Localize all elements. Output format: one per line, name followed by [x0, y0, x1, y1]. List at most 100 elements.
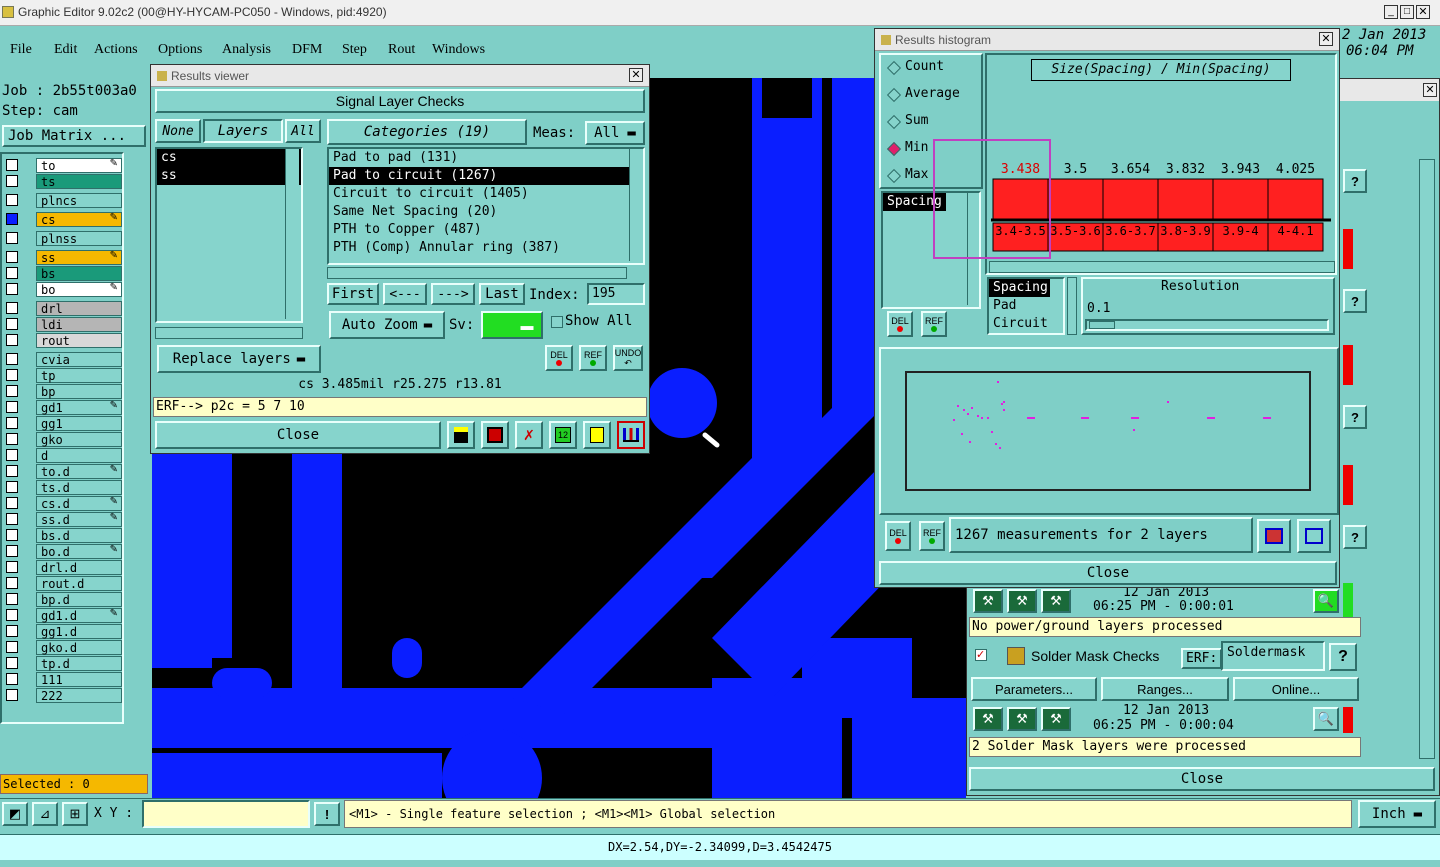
histogram-ref-button[interactable]: REF — [921, 311, 947, 337]
list-item[interactable]: cs — [157, 149, 301, 167]
layer-row[interactable]: bo ✎ — [4, 282, 122, 297]
job-matrix-button[interactable]: Job Matrix ... — [2, 125, 146, 147]
layer-checkbox[interactable] — [6, 318, 18, 330]
layer-label[interactable]: tp.d — [36, 656, 122, 671]
layer-label[interactable]: plncs — [36, 193, 122, 208]
layer-label[interactable]: cvia — [36, 352, 122, 367]
layer-row[interactable]: drl.d — [4, 560, 122, 575]
menu-edit[interactable]: Edit — [54, 42, 77, 58]
categories-listbox[interactable]: Pad to pad (131) Pad to circuit (1267) C… — [327, 147, 645, 265]
layer-row[interactable]: 111 — [4, 672, 122, 687]
scatter-ref-button[interactable]: REF — [919, 521, 945, 551]
layer-label[interactable]: bp — [36, 384, 122, 399]
layer-checkbox[interactable] — [6, 481, 18, 493]
layer-row[interactable]: ts — [4, 174, 122, 189]
layer-row[interactable]: gg1 — [4, 416, 122, 431]
parameters-button[interactable]: Parameters... — [971, 677, 1097, 701]
close-icon[interactable]: ✕ — [629, 68, 643, 82]
layer-row[interactable]: ts.d — [4, 480, 122, 495]
erf-icon-button[interactable]: ✗ — [515, 421, 543, 449]
help-button[interactable]: ? — [1343, 405, 1367, 429]
close-icon[interactable]: ✕ — [1319, 32, 1333, 46]
layer-row[interactable]: to.d ✎ — [4, 464, 122, 479]
zoom-select-button[interactable] — [1257, 519, 1291, 553]
prev-button[interactable]: <--- — [383, 283, 427, 305]
layer-row[interactable]: gd1 ✎ — [4, 400, 122, 415]
alert-button[interactable]: ! — [314, 802, 340, 826]
layer-row[interactable]: plncs — [4, 193, 122, 208]
categories-button[interactable]: Categories (19) — [327, 119, 527, 145]
layer-label[interactable]: ts.d — [36, 480, 122, 495]
run-icon-button[interactable]: ⚒ — [973, 589, 1003, 613]
close-icon[interactable]: ✕ — [1416, 5, 1430, 19]
histogram-close-button[interactable]: Close — [879, 561, 1337, 585]
layer-row[interactable]: ss.d ✎ — [4, 512, 122, 527]
zoom-icon-button[interactable]: 🔍 — [1313, 589, 1339, 613]
layer-row[interactable]: bs — [4, 266, 122, 281]
layer-checkbox[interactable] — [6, 689, 18, 701]
measurement-scatter-plot[interactable] — [905, 371, 1311, 491]
help-button[interactable]: ? — [1329, 643, 1357, 671]
menu-actions[interactable]: Actions — [94, 42, 138, 58]
layer-checkbox[interactable] — [6, 401, 18, 413]
list-item[interactable]: Pad to circuit (1267) — [329, 167, 643, 185]
layer-label[interactable]: drl — [36, 301, 122, 316]
layer-label[interactable]: ts — [36, 174, 122, 189]
histogram-bar[interactable] — [1212, 178, 1269, 220]
layer-checkbox[interactable] — [6, 641, 18, 653]
report-icon-button[interactable] — [481, 421, 509, 449]
layers-hscrollbar[interactable] — [155, 327, 303, 339]
layer-checkbox[interactable] — [6, 302, 18, 314]
zoom-fit-button[interactable] — [1297, 519, 1331, 553]
layer-checkbox[interactable] — [6, 561, 18, 573]
select-tool-button[interactable]: ◩ — [2, 802, 28, 826]
layer-label[interactable]: ldi — [36, 317, 122, 332]
layer-checkbox[interactable] — [6, 417, 18, 429]
layer-checkbox[interactable] — [6, 625, 18, 637]
layer-row[interactable]: cs.d ✎ — [4, 496, 122, 511]
layer-label[interactable]: 111 — [36, 672, 122, 687]
layer-checkbox[interactable] — [6, 657, 18, 669]
layer-label[interactable]: bs — [36, 266, 122, 281]
list-item[interactable]: Pad to pad (131) — [329, 149, 643, 167]
layers-button[interactable]: Layers — [203, 119, 283, 143]
xy-input[interactable] — [142, 800, 310, 828]
ref-button[interactable]: REF — [579, 345, 607, 371]
next-button[interactable]: ---> — [431, 283, 475, 305]
layer-row[interactable]: cs ✎ — [4, 212, 122, 227]
layer-checkbox[interactable] — [6, 577, 18, 589]
maximize-button[interactable]: □ — [1400, 5, 1414, 19]
layer-checkbox[interactable] — [6, 175, 18, 187]
list-item[interactable]: Circuit to circuit (1405) — [329, 185, 643, 203]
layer-checkbox[interactable] — [6, 283, 18, 295]
close-icon[interactable]: ✕ — [1423, 83, 1437, 97]
run-icon-button[interactable]: ⚒ — [1041, 707, 1071, 731]
right-spacing-list[interactable]: Spacing Pad Circuit — [987, 277, 1065, 335]
layer-checkbox[interactable] — [6, 194, 18, 206]
notes-icon-button[interactable] — [583, 421, 611, 449]
layer-checkbox[interactable] — [6, 159, 18, 171]
layer-checkbox[interactable] — [6, 213, 18, 225]
all-button[interactable]: All — [285, 119, 321, 143]
layer-checkbox[interactable] — [6, 353, 18, 365]
menu-file[interactable]: File — [10, 42, 32, 58]
layer-label[interactable]: rout.d — [36, 576, 122, 591]
drc-vscrollbar[interactable] — [1419, 159, 1435, 759]
layer-checkbox[interactable] — [6, 232, 18, 244]
layers-scrollbar[interactable] — [285, 149, 299, 319]
histogram-icon-button[interactable] — [617, 421, 645, 449]
layer-row[interactable]: bp.d — [4, 592, 122, 607]
last-button[interactable]: Last — [479, 283, 525, 305]
layer-row[interactable]: ss ✎ — [4, 250, 122, 265]
list-item[interactable]: Circuit — [989, 315, 1063, 333]
list-item[interactable]: Pad — [989, 297, 1063, 315]
drc-close-button[interactable]: Close — [969, 767, 1435, 791]
categories-hscrollbar[interactable] — [327, 267, 627, 279]
first-button[interactable]: First — [327, 283, 379, 305]
help-button[interactable]: ? — [1343, 289, 1367, 313]
layer-label[interactable]: gko — [36, 432, 122, 447]
show-all-checkbox[interactable] — [551, 316, 563, 328]
categories-scrollbar[interactable] — [629, 149, 643, 261]
layer-label[interactable]: bs.d — [36, 528, 122, 543]
layer-row[interactable]: ldi — [4, 317, 122, 332]
